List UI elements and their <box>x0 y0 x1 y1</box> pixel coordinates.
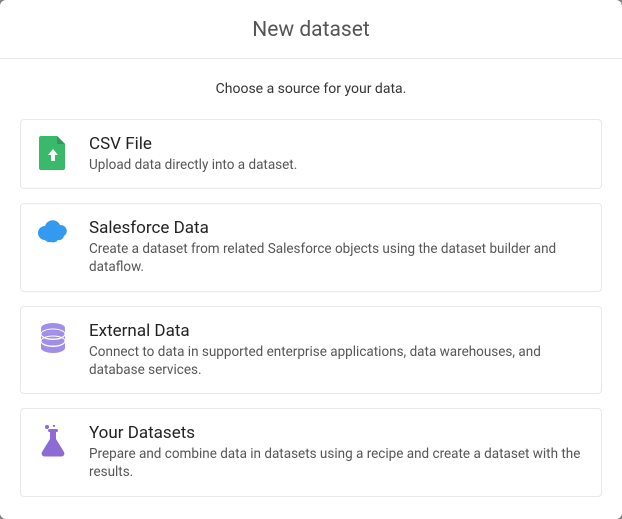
option-external-data[interactable]: External Data Connect to data in support… <box>20 306 602 394</box>
option-title: External Data <box>89 321 585 341</box>
modal-title: New dataset <box>0 18 622 42</box>
option-title: Your Datasets <box>89 423 585 443</box>
option-desc: Create a dataset from related Salesforce… <box>89 240 585 276</box>
option-title: CSV File <box>89 134 585 154</box>
option-your-datasets[interactable]: Your Datasets Prepare and combine data i… <box>20 408 602 496</box>
option-desc: Upload data directly into a dataset. <box>89 156 585 174</box>
option-text: CSV File Upload data directly into a dat… <box>89 134 585 174</box>
option-csv-file[interactable]: CSV File Upload data directly into a dat… <box>20 119 602 189</box>
flask-icon <box>35 423 71 457</box>
modal-body: Choose a source for your data. CSV File … <box>0 59 622 519</box>
modal-header: New dataset <box>0 0 622 59</box>
database-icon <box>35 321 71 353</box>
option-desc: Connect to data in supported enterprise … <box>89 343 585 379</box>
option-title: Salesforce Data <box>89 218 585 238</box>
option-text: External Data Connect to data in support… <box>89 321 585 379</box>
option-text: Salesforce Data Create a dataset from re… <box>89 218 585 276</box>
option-salesforce-data[interactable]: Salesforce Data Create a dataset from re… <box>20 203 602 291</box>
cloud-icon <box>35 218 71 244</box>
new-dataset-modal: New dataset Choose a source for your dat… <box>0 0 622 519</box>
option-desc: Prepare and combine data in datasets usi… <box>89 445 585 481</box>
file-upload-icon <box>35 134 71 170</box>
modal-subtitle: Choose a source for your data. <box>20 59 602 119</box>
option-text: Your Datasets Prepare and combine data i… <box>89 423 585 481</box>
